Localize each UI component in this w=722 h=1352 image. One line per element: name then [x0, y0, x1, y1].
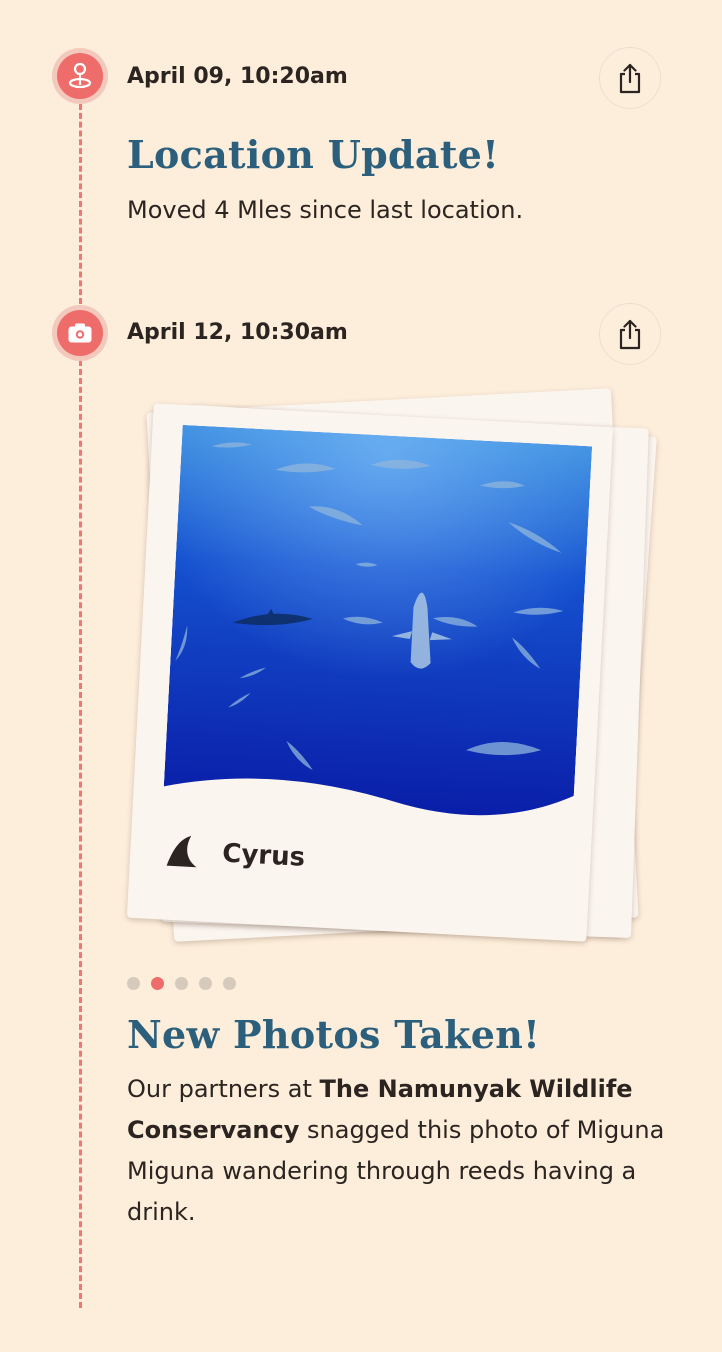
timeline-marker-location [52, 48, 108, 104]
shark-photo [163, 424, 593, 831]
carousel-dot[interactable] [199, 977, 212, 990]
timeline-marker-photo [52, 305, 108, 361]
share-icon [619, 63, 641, 94]
entry-description: Moved 4 Mles since last location. [127, 196, 524, 224]
photo-caption: Cyrus [163, 833, 306, 876]
timeline-line [79, 360, 82, 1308]
entry-title: New Photos Taken! [127, 1012, 541, 1057]
photo-caption-name: Cyrus [221, 838, 306, 873]
carousel-dot-active[interactable] [151, 977, 164, 990]
camera-icon [68, 323, 92, 343]
entry-title: Location Update! [127, 132, 500, 177]
entry-date: April 09, 10:20am [127, 64, 348, 89]
share-icon [619, 319, 641, 350]
photo-card[interactable]: Cyrus [126, 403, 614, 942]
entry-date: April 12, 10:30am [127, 320, 348, 345]
shark-fin-icon [166, 835, 197, 868]
timeline-line [79, 104, 82, 304]
carousel-dot[interactable] [175, 977, 188, 990]
carousel-dots [127, 977, 236, 990]
entry-description: Our partners at The Namunyak Wildlife Co… [127, 1075, 665, 1226]
share-button[interactable] [599, 303, 661, 365]
carousel-dot[interactable] [223, 977, 236, 990]
share-button[interactable] [599, 47, 661, 109]
carousel-dot[interactable] [127, 977, 140, 990]
location-pin-icon [68, 62, 92, 89]
